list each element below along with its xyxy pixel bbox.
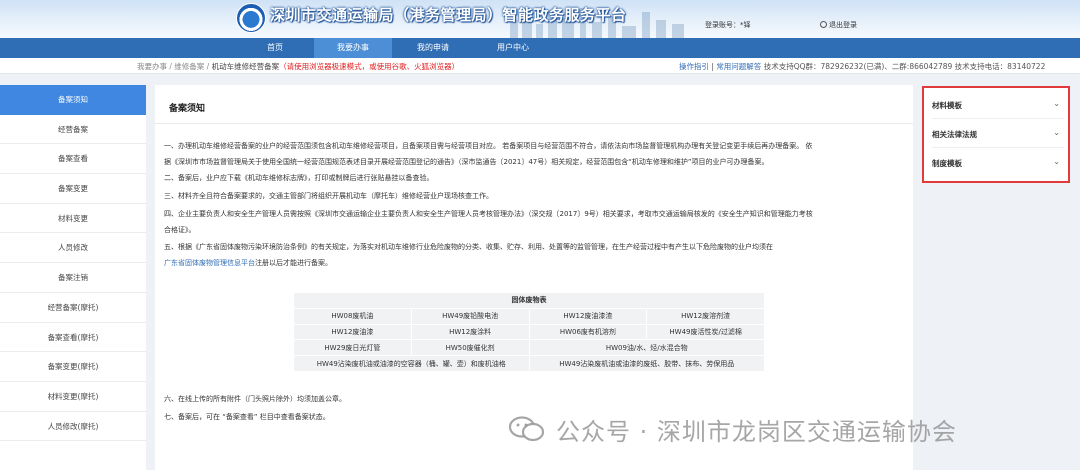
sidebar-item-change[interactable]: 备案变更	[0, 174, 146, 204]
sidebar-item-filing[interactable]: 经营备案	[0, 115, 146, 145]
notice-item-6: 六、在线上传的所有附件（门头照片除外）均须加盖公章。	[164, 395, 346, 403]
breadcrumb: 我要办事 / 维修备案 / 机动车维修经营备案（请使用浏览器极速模式，或使用谷歌…	[137, 61, 459, 72]
transport-bureau-logo-icon	[236, 3, 266, 33]
accordion-label: 材料模板	[932, 101, 962, 110]
table-cell: HW29废日光灯管	[293, 339, 412, 357]
support-contact: 技术支持QQ群：782926232(已满)、二群:866042789 技术支持电…	[763, 62, 1046, 71]
notice-item-5: 五、根据《广东省固体废物污染环境防治条例》的有关规定，为落实对机动车维修行业危险…	[164, 239, 906, 271]
watermark-text: 公众号 · 深圳市龙岗区交通运输协会	[556, 418, 957, 446]
chevron-down-icon: ⌄	[1053, 128, 1060, 137]
resource-panel: 材料模板 ⌄ 相关法律法规 ⌄ 制度模板 ⌄	[922, 86, 1070, 183]
notice-item-1-line-2: 据《深圳市市场监督管理局关于使用全国统一经营范围规范表述目录开展经营范围登记的通…	[164, 158, 769, 166]
notice-item-3: 三、材料齐全且符合备案要求的，交通主管部门将组织开展机动车（摩托车）维修经营业户…	[164, 192, 493, 200]
table-cell: HW06废有机溶剂	[528, 323, 648, 341]
nav-my-applications[interactable]: 我的申请	[394, 38, 472, 58]
sidebar-item-moto-filing[interactable]: 经营备案(摩托)	[0, 293, 146, 323]
sidebar-item-moto-view[interactable]: 备案查看(摩托)	[0, 323, 146, 353]
login-user: 登录账号：*铎	[705, 21, 751, 29]
nav-user-center[interactable]: 用户中心	[474, 38, 552, 58]
power-icon	[820, 21, 827, 28]
sidebar-item-moto-material[interactable]: 材料变更(摩托)	[0, 382, 146, 412]
notice-item-5-tail: 注册以后才能进行备案。	[255, 259, 332, 267]
logout-button[interactable]: 退出登录	[820, 20, 857, 30]
breadcrumb-bar: 我要办事 / 维修备案 / 机动车维修经营备案（请使用浏览器极速模式，或使用谷歌…	[0, 58, 1080, 74]
solid-waste-table: 固体废物表 HW08废机油 HW49废铅酸电池 HW12废油漆渣 HW12废溶剂…	[293, 292, 765, 372]
sidebar-item-material-change[interactable]: 材料变更	[0, 204, 146, 234]
sidebar-item-notice[interactable]: 备案须知	[0, 85, 146, 115]
table-cell: HW49废活性炭/过滤棉	[646, 323, 765, 341]
support-info: 操作指引 | 常用问题解答 技术支持QQ群：782926232(已满)、二群:8…	[679, 61, 1045, 72]
table-cell: HW12废涂料	[410, 323, 530, 341]
accordion-label: 相关法律法规	[932, 130, 977, 139]
table-row: HW49沾染废机油或油漆的空容器（桶、罐、壶）和废机油格 HW49沾染废机油或油…	[293, 355, 765, 372]
accordion-material-templates[interactable]: 材料模板 ⌄	[932, 90, 1064, 119]
table-cell: HW12废油漆	[293, 323, 412, 341]
logout-label: 退出登录	[829, 21, 857, 29]
notice-item-4-line-2: 合格证》。	[164, 226, 196, 234]
site-title: 深圳市交通运输局（港务管理局）智能政务服务平台	[270, 6, 627, 24]
sidebar: 备案须知 经营备案 备案查看 备案变更 材料变更 人员修改 备案注销 经营备案(…	[0, 85, 146, 470]
breadcrumb-path[interactable]: 我要办事 / 维修备案 /	[137, 62, 212, 71]
notice-item-4-line-1: 四、企业主要负责人和安全生产管理人员需按照《深圳市交通运输企业主要负责人和安全生…	[164, 210, 813, 218]
nav-home[interactable]: 首页	[236, 38, 314, 58]
table-row: HW08废机油 HW49废铅酸电池 HW12废油漆渣 HW12废溶剂渣	[293, 307, 765, 325]
support-divider: |	[711, 62, 714, 71]
table-row: HW29废日光灯管 HW50废催化剂 HW09油/水、烃/水混合物	[293, 339, 765, 357]
breadcrumb-current: 机动车维修经营备案	[211, 62, 280, 71]
sidebar-item-moto-personnel[interactable]: 人员修改(摩托)	[0, 412, 146, 442]
main-nav: 首页 我要办事 我的申请 用户中心	[0, 38, 1080, 58]
watermark: 公众号 · 深圳市龙岗区交通运输协会	[500, 408, 1060, 448]
header-banner: 深圳市交通运输局（港务管理局）智能政务服务平台 登录账号：*铎 退出登录	[0, 0, 1080, 38]
sidebar-item-moto-change[interactable]: 备案变更(摩托)	[0, 352, 146, 382]
notice-item-5-line-1: 五、根据《广东省固体废物污染环境防治条例》的有关规定，为落实对机动车维修行业危险…	[164, 243, 773, 251]
table-cell: HW49沾染废机油或油漆的废纸、胶带、抹布、劳保用品	[528, 355, 765, 372]
chevron-down-icon: ⌄	[1053, 157, 1060, 166]
faq-link[interactable]: 常用问题解答	[716, 62, 761, 71]
table-cell: HW49沾染废机油或油漆的空容器（桶、罐、壶）和废机油格	[293, 355, 530, 372]
table-cell: HW12废溶剂渣	[646, 307, 765, 325]
table-cell: HW50废催化剂	[410, 339, 530, 357]
title-divider	[155, 123, 913, 124]
accordion-system-templates[interactable]: 制度模板 ⌄	[932, 148, 1064, 177]
guide-link[interactable]: 操作指引	[679, 62, 709, 71]
browser-warning: （请使用浏览器极速模式，或使用谷歌、火狐浏览器）	[279, 62, 460, 71]
sidebar-item-cancel[interactable]: 备案注销	[0, 263, 146, 293]
page-title: 备案须知	[169, 104, 206, 114]
table-cell: HW09油/水、烃/水混合物	[528, 339, 765, 357]
sidebar-item-personnel[interactable]: 人员修改	[0, 233, 146, 264]
chevron-down-icon: ⌄	[1053, 99, 1060, 108]
table-cell: HW49废铅酸电池	[410, 307, 530, 325]
accordion-regulations[interactable]: 相关法律法规 ⌄	[932, 119, 1064, 148]
notice-item-4: 四、企业主要负责人和安全生产管理人员需按照《深圳市交通运输企业主要负责人和安全生…	[164, 206, 906, 238]
table-title: 固体废物表	[293, 292, 765, 309]
notice-item-1-line-1: 一、办理机动车维修经营备案的业户的经营范围须包含机动车维修经营项目，且备案项目需…	[164, 142, 813, 150]
notice-item-2: 二、备案后，业户应下载《机动车维修标志牌》，打印或制牌后进行张贴悬挂以备查验。	[164, 174, 434, 182]
waste-platform-link[interactable]: 广东省固体废物管理信息平台	[164, 259, 255, 267]
notice-item-1: 一、办理机动车维修经营备案的业户的经营范围须包含机动车维修经营项目，且备案项目需…	[164, 138, 906, 170]
accordion-label: 制度模板	[932, 159, 962, 168]
table-cell: HW08废机油	[293, 307, 412, 325]
sidebar-item-view[interactable]: 备案查看	[0, 144, 146, 175]
table-cell: HW12废油漆渣	[528, 307, 648, 325]
wechat-icon	[508, 416, 545, 442]
table-row: HW12废油漆 HW12废涂料 HW06废有机溶剂 HW49废活性炭/过滤棉	[293, 323, 765, 341]
nav-services[interactable]: 我要办事	[314, 38, 392, 58]
